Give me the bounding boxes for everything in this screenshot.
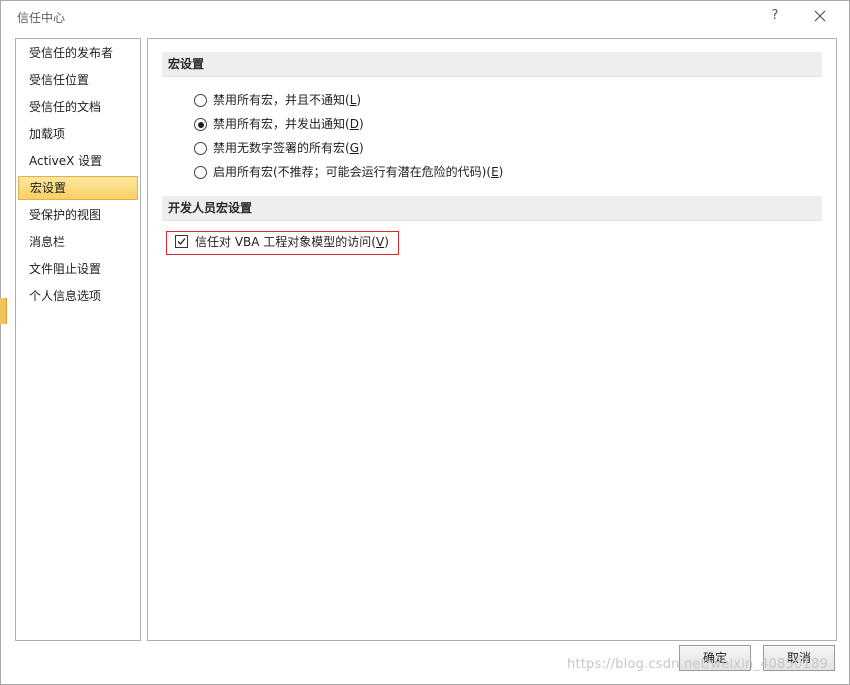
radio-button[interactable] xyxy=(194,166,207,179)
radio-label: 禁用所有宏，并且不通知(L) xyxy=(213,93,362,107)
developer-settings-heading: 开发人员宏设置 xyxy=(162,196,822,221)
close-icon xyxy=(814,10,826,22)
sidebar-item-protected-view[interactable]: 受保护的视图 xyxy=(18,203,138,227)
radio-selected-dot xyxy=(197,121,204,128)
sidebar-item-trusted-documents[interactable]: 受信任的文档 xyxy=(18,95,138,119)
sidebar-item-file-block[interactable]: 文件阻止设置 xyxy=(18,257,138,281)
radio-button[interactable] xyxy=(194,142,207,155)
radio-button-selected[interactable] xyxy=(194,118,207,131)
trust-center-dialog: 信任中心 ? 受信任的发布者 受信任位置 受信任的文档 加载项 ActiveX … xyxy=(0,0,850,685)
window-title: 信任中心 xyxy=(17,11,66,25)
radio-label: 启用所有宏(不推荐；可能会运行有潜在危险的代码)(E) xyxy=(213,165,504,179)
sidebar-nav: 受信任的发布者 受信任位置 受信任的文档 加载项 ActiveX 设置 宏设置 … xyxy=(15,38,141,641)
sidebar-item-macro-settings[interactable]: 宏设置 xyxy=(18,176,138,200)
title-bar: 信任中心 ? xyxy=(1,1,849,33)
sidebar-item-privacy-options[interactable]: 个人信息选项 xyxy=(18,284,138,308)
radio-label: 禁用无数字签署的所有宏(G) xyxy=(213,141,364,155)
checkmark-icon xyxy=(177,238,186,245)
help-button[interactable]: ? xyxy=(765,5,785,27)
sidebar-item-trusted-locations[interactable]: 受信任位置 xyxy=(18,68,138,92)
close-button[interactable] xyxy=(809,4,831,28)
sidebar-item-trusted-publishers[interactable]: 受信任的发布者 xyxy=(18,41,138,65)
radio-button[interactable] xyxy=(194,94,207,107)
settings-panel: 宏设置 禁用所有宏，并且不通知(L) 禁用所有宏，并发出通知(D) 禁用无数字签… xyxy=(147,38,837,641)
macro-settings-heading: 宏设置 xyxy=(162,52,822,77)
sidebar-item-activex[interactable]: ActiveX 设置 xyxy=(18,149,138,173)
watermark-text: https://blog.csdn.net/weixin_40850189 xyxy=(567,657,828,672)
sidebar-item-message-bar[interactable]: 消息栏 xyxy=(18,230,138,254)
background-window-edge xyxy=(0,298,7,324)
trust-vba-label[interactable]: 信任对 VBA 工程对象模型的访问(V) xyxy=(195,233,389,251)
sidebar-item-add-ins[interactable]: 加载项 xyxy=(18,122,138,146)
radio-label: 禁用所有宏，并发出通知(D) xyxy=(213,117,364,131)
trust-vba-checkbox[interactable] xyxy=(175,235,188,248)
